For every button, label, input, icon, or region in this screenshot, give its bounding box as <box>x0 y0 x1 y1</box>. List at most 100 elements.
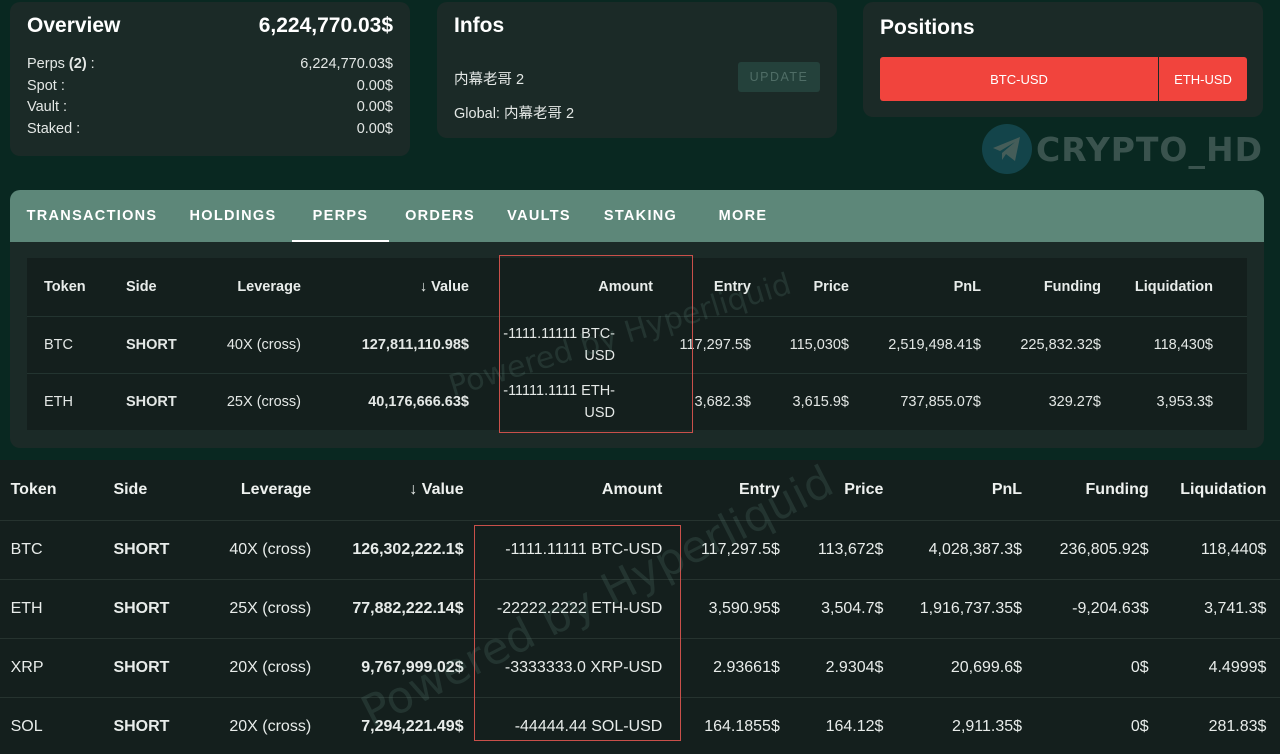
overview-value-perps: 6,224,770.03$ <box>300 56 393 72</box>
cell-funding: 329.27$ <box>981 372 1101 430</box>
cell-pnl: 1,916,737.35$ <box>883 578 1023 638</box>
cell-pnl: 4,028,387.3$ <box>883 519 1023 579</box>
infos-card: Infos 内幕老哥 2 Global: 内幕老哥 2 UPDATE <box>437 2 837 138</box>
tab-staking[interactable]: STAKING <box>587 190 694 242</box>
header-price[interactable]: Price <box>751 258 849 316</box>
cell-liquidation: 118,440$ <box>1148 519 1267 579</box>
cell-pnl: 737,855.07$ <box>849 372 981 430</box>
cell-price: 3,615.9$ <box>751 372 849 430</box>
cell-value: 9,767,999.02$ <box>311 637 464 697</box>
cell-funding: -9,204.63$ <box>1022 578 1149 638</box>
header-pnl[interactable]: PnL <box>883 460 1022 520</box>
tab-bar: TRANSACTIONS HOLDINGS PERPS ORDERS VAULT… <box>10 190 1264 242</box>
cell-token: ETH <box>44 372 126 430</box>
infos-name: 内幕老哥 2 <box>454 72 525 88</box>
cell-leverage: 40X (cross) <box>226 315 301 373</box>
header-funding[interactable]: Funding <box>981 258 1101 316</box>
perps-panel: Token Side Leverage ↓ Value Amount Entry… <box>10 242 1264 448</box>
cell-price: 3,504.7$ <box>779 578 884 638</box>
table-header-row: Token Side Leverage ↓ Value Amount Entry… <box>27 258 1247 316</box>
table-row[interactable]: SOL SHORT 20X (cross) 7,294,221.49$ -444… <box>0 696 1280 754</box>
cell-leverage: 40X (cross) <box>202 519 312 579</box>
perps-table: Token Side Leverage ↓ Value Amount Entry… <box>27 258 1247 430</box>
table-row[interactable]: BTC SHORT 40X (cross) 127,811,110.98$ -1… <box>27 315 1247 373</box>
header-value[interactable]: ↓ Value <box>301 258 469 316</box>
cell-pnl: 2,519,498.41$ <box>849 315 981 373</box>
update-button[interactable]: UPDATE <box>738 62 820 92</box>
header-token[interactable]: Token <box>11 460 114 520</box>
cell-entry: 3,682.3$ <box>653 372 751 430</box>
tab-transactions[interactable]: TRANSACTIONS <box>10 190 174 242</box>
perps-count: (2) <box>68 56 87 72</box>
header-pnl[interactable]: PnL <box>849 258 981 316</box>
cell-funding: 225,832.32$ <box>981 315 1101 373</box>
header-amount[interactable]: Amount <box>469 258 653 316</box>
cell-token: SOL <box>10 696 114 754</box>
cell-pnl: 20,699.6$ <box>883 637 1023 697</box>
header-leverage[interactable]: Leverage <box>226 258 301 316</box>
cell-entry: 2.93661$ <box>662 637 780 697</box>
cell-amount: -22222.2222 ETH-USD <box>463 578 663 638</box>
overview-row-staked: Staked : 0.00$ <box>27 119 393 141</box>
header-token[interactable]: Token <box>44 258 126 316</box>
header-entry[interactable]: Entry <box>662 460 780 520</box>
header-liquidation[interactable]: Liquidation <box>1149 460 1266 520</box>
cell-entry: 164.1855$ <box>662 696 780 754</box>
tab-orders[interactable]: ORDERS <box>389 190 491 242</box>
cell-side: SHORT <box>113 696 203 754</box>
cell-entry: 117,297.5$ <box>662 519 780 579</box>
cell-value: 126,302,222.1$ <box>311 519 464 579</box>
tab-more[interactable]: MORE <box>694 190 792 242</box>
position-segment-eth[interactable]: ETH-USD <box>1159 57 1247 101</box>
cell-value: 77,882,222.14$ <box>311 578 464 638</box>
cell-funding: 0$ <box>1022 696 1149 754</box>
positions-card: Positions BTC-USD ETH-USD <box>863 2 1263 117</box>
tab-holdings[interactable]: HOLDINGS <box>174 190 292 242</box>
cell-funding: 0$ <box>1022 637 1149 697</box>
cell-amount: -11111.1111 ETH- USD <box>469 372 653 430</box>
cell-price: 115,030$ <box>751 315 849 373</box>
cell-side: SHORT <box>113 578 203 638</box>
tab-vaults[interactable]: VAULTS <box>491 190 587 242</box>
cell-token: BTC <box>10 519 114 579</box>
overview-total: 6,224,770.03$ <box>258 14 393 37</box>
cell-entry: 117,297.5$ <box>653 315 751 373</box>
overview-row-perps: Perps (2) : 6,224,770.03$ <box>27 54 393 76</box>
watermark-logo: CRYPTO_HD <box>982 124 1263 174</box>
overview-value-staked: 0.00$ <box>356 120 393 137</box>
cell-token: BTC <box>44 315 126 373</box>
positions-title: Positions <box>880 16 975 39</box>
cell-side: SHORT <box>126 372 226 430</box>
table-row[interactable]: ETH SHORT 25X (cross) 77,882,222.14$ -22… <box>0 578 1280 638</box>
position-segment-btc[interactable]: BTC-USD <box>880 57 1158 101</box>
header-liquidation[interactable]: Liquidation <box>1101 258 1213 316</box>
cell-liquidation: 281.83$ <box>1148 696 1267 754</box>
overview-card: Overview 6,224,770.03$ Perps (2) : 6,224… <box>10 2 410 156</box>
overview-title: Overview <box>27 14 121 37</box>
cell-leverage: 20X (cross) <box>202 637 312 697</box>
cell-amount: -44444.44 SOL-USD <box>463 696 663 754</box>
cell-price: 2.9304$ <box>779 637 884 697</box>
overview-label-staked: Staked : <box>27 120 81 137</box>
overview-row-vault: Vault : 0.00$ <box>27 97 393 119</box>
cell-leverage: 25X (cross) <box>226 372 301 430</box>
header-side[interactable]: Side <box>126 258 226 316</box>
header-price[interactable]: Price <box>780 460 883 520</box>
cell-token: ETH <box>10 578 114 638</box>
tab-perps[interactable]: PERPS <box>292 190 389 242</box>
cell-value: 7,294,221.49$ <box>311 696 464 754</box>
overview-value-vault: 0.00$ <box>356 99 393 115</box>
cell-side: SHORT <box>126 315 226 373</box>
header-entry[interactable]: Entry <box>653 258 751 316</box>
header-leverage[interactable]: Leverage <box>202 460 311 520</box>
header-side[interactable]: Side <box>113 460 202 520</box>
table-row[interactable]: ETH SHORT 25X (cross) 40,176,666.63$ -11… <box>27 372 1247 430</box>
table-row[interactable]: XRP SHORT 20X (cross) 9,767,999.02$ -333… <box>0 637 1280 697</box>
table-row[interactable]: BTC SHORT 40X (cross) 126,302,222.1$ -11… <box>0 519 1280 579</box>
header-funding[interactable]: Funding <box>1022 460 1149 520</box>
cell-liquidation: 118,430$ <box>1101 315 1213 373</box>
arrow-down-icon: ↓ <box>419 278 432 295</box>
header-amount[interactable]: Amount <box>464 460 662 520</box>
header-value[interactable]: ↓ Value <box>311 460 463 520</box>
cell-liquidation: 3,741.3$ <box>1148 578 1267 638</box>
